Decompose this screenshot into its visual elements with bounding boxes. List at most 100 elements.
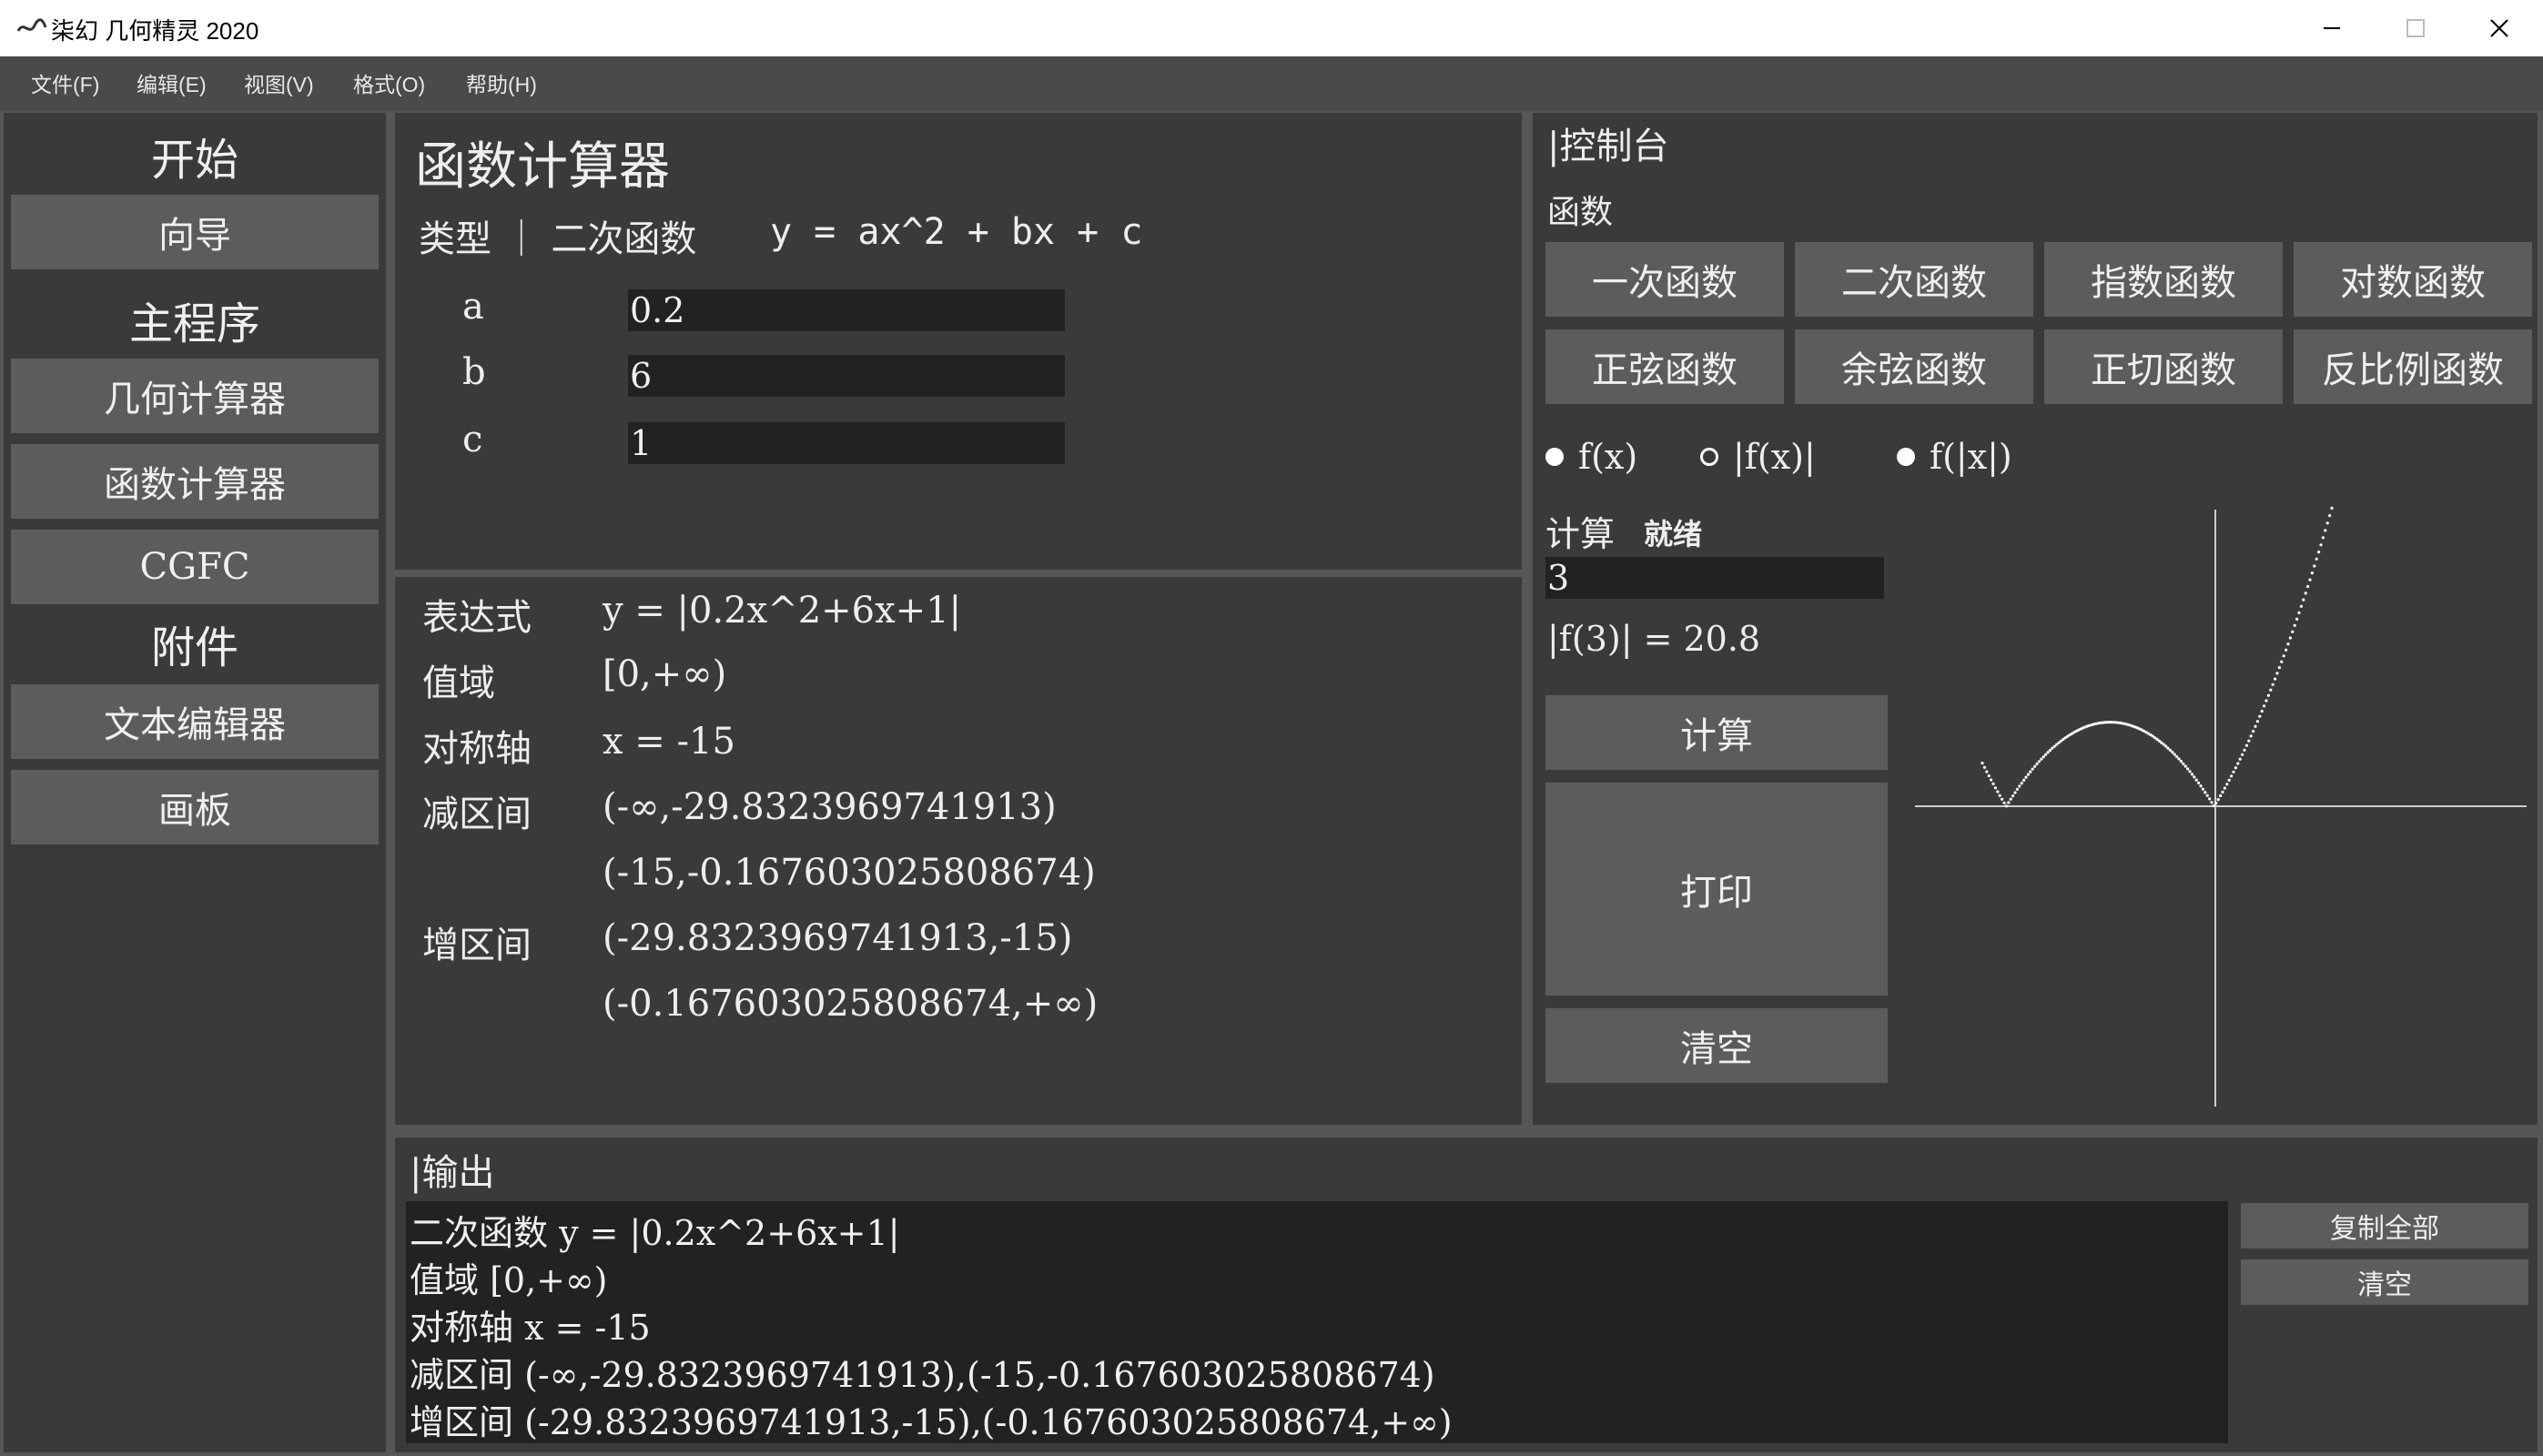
x-value-input[interactable]: 3 bbox=[1545, 557, 1884, 599]
output-line: 增区间 (-29.8323969741913,-15),(-0.16760302… bbox=[410, 1402, 1453, 1442]
menu-view[interactable]: 视图(V) bbox=[244, 67, 314, 98]
tangent-function-button[interactable]: 正切函数 bbox=[2044, 329, 2283, 404]
output-text-area[interactable]: 二次函数 y = |0.2x^2+6x+1| 值域 [0,+∞) 对称轴 x =… bbox=[406, 1201, 2228, 1443]
curve-point bbox=[2011, 794, 2015, 798]
curve-point bbox=[2194, 778, 2198, 782]
quadratic-function-button[interactable]: 二次函数 bbox=[1795, 242, 2033, 317]
console-title: |控制台 bbox=[1547, 126, 1669, 167]
graph-curve bbox=[1981, 506, 2334, 808]
increasing-interval-1: (-29.8323969741913,-15) bbox=[603, 917, 1073, 959]
output-line: 值域 [0,+∞) bbox=[410, 1260, 608, 1300]
curve-point bbox=[2015, 787, 2019, 791]
curve-point bbox=[2317, 551, 2321, 554]
expression-label: 表达式 bbox=[422, 597, 532, 639]
curve-point bbox=[2182, 762, 2185, 765]
curve-point bbox=[2306, 584, 2310, 589]
curve-point bbox=[2324, 529, 2327, 532]
curve-point bbox=[1990, 778, 1993, 782]
curve-point bbox=[2254, 724, 2257, 728]
curve-point bbox=[2004, 804, 2008, 808]
output-clear-button[interactable]: 清空 bbox=[2241, 1259, 2528, 1305]
sidebar-item-wizard[interactable]: 向导 bbox=[11, 195, 379, 269]
functions-label: 函数 bbox=[1547, 194, 1614, 231]
exponential-function-button[interactable]: 指数函数 bbox=[2044, 242, 2283, 317]
param-c-input[interactable]: 1 bbox=[628, 422, 1065, 464]
mode-fx-label: f(x) bbox=[1578, 437, 1638, 477]
curve-point bbox=[2249, 734, 2253, 738]
curve-point bbox=[2219, 794, 2223, 798]
curve-point bbox=[2022, 778, 2026, 782]
linear-function-button[interactable]: 一次函数 bbox=[1545, 242, 1784, 317]
curve-point bbox=[2007, 801, 2011, 804]
curve-point bbox=[2252, 730, 2255, 733]
menu-format[interactable]: 格式(O) bbox=[353, 67, 425, 98]
curve-point bbox=[2308, 578, 2312, 581]
curve-point bbox=[2241, 753, 2244, 756]
console-clear-button[interactable]: 清空 bbox=[1545, 1008, 1888, 1083]
output-line: 对称轴 x = -15 bbox=[410, 1308, 651, 1348]
curve-point bbox=[2051, 746, 2054, 750]
curve-point bbox=[2166, 746, 2170, 750]
copy-all-button[interactable]: 复制全部 bbox=[2241, 1203, 2528, 1249]
result-panel: 表达式 y = |0.2x^2+6x+1| 值域 [0,+∞) 对称轴 x = … bbox=[395, 577, 1522, 1125]
curve-point bbox=[2325, 521, 2329, 525]
inverse-proportion-function-button[interactable]: 反比例函数 bbox=[2294, 329, 2532, 404]
logarithm-function-button[interactable]: 对数函数 bbox=[2294, 242, 2532, 317]
curve-point bbox=[2177, 757, 2181, 761]
mode-abs-fx-radio[interactable]: |f(x)| bbox=[1700, 437, 1816, 477]
mode-fx-radio[interactable]: f(x) bbox=[1545, 437, 1637, 477]
curve-point bbox=[2033, 764, 2037, 768]
curve-point bbox=[2236, 762, 2240, 765]
curve-point bbox=[2164, 744, 2168, 748]
curve-point bbox=[2175, 754, 2179, 759]
output-line: 二次函数 y = |0.2x^2+6x+1| bbox=[410, 1213, 900, 1253]
curve-point bbox=[2188, 770, 2192, 774]
mode-abs-fx-label: |f(x)| bbox=[1733, 437, 1816, 477]
curve-point bbox=[2037, 760, 2041, 763]
menu-edit[interactable]: 编辑(E) bbox=[137, 67, 207, 98]
sine-function-button[interactable]: 正弦函数 bbox=[1545, 329, 1784, 404]
print-button[interactable]: 打印 bbox=[1545, 783, 1888, 996]
curve-point bbox=[2210, 801, 2214, 804]
output-title: |输出 bbox=[410, 1152, 495, 1194]
curve-point bbox=[2266, 693, 2270, 697]
param-a-input[interactable]: 0.2 bbox=[628, 289, 1065, 331]
curve-point bbox=[2193, 775, 2196, 779]
curve-point bbox=[1981, 762, 1984, 765]
page-title: 函数计算器 bbox=[415, 137, 670, 197]
sidebar-item-cgfc[interactable]: CGFC bbox=[11, 530, 379, 604]
maximize-icon bbox=[2406, 19, 2425, 37]
close-button[interactable] bbox=[2457, 0, 2541, 56]
curve-point bbox=[2216, 798, 2220, 802]
curve-point bbox=[2247, 739, 2251, 743]
curve-point bbox=[2020, 782, 2023, 785]
curve-point bbox=[2282, 654, 2285, 658]
curve-point bbox=[2234, 766, 2237, 770]
sidebar-item-function[interactable]: 函数计算器 bbox=[11, 444, 379, 519]
sidebar-item-canvas[interactable]: 画板 bbox=[11, 770, 379, 844]
curve-point bbox=[2295, 617, 2299, 621]
sidebar-item-text-editor[interactable]: 文本编辑器 bbox=[11, 684, 379, 759]
compute-button[interactable]: 计算 bbox=[1545, 695, 1888, 770]
curve-point bbox=[1982, 765, 1986, 769]
menu-file[interactable]: 文件(F) bbox=[31, 67, 99, 98]
curve-point bbox=[2286, 642, 2290, 646]
curve-point bbox=[2208, 797, 2212, 801]
param-a-label: a bbox=[462, 286, 484, 328]
sidebar-item-geometry[interactable]: 几何计算器 bbox=[11, 359, 379, 433]
cosine-function-button[interactable]: 余弦函数 bbox=[1795, 329, 2033, 404]
mode-f-abs-x-radio[interactable]: f(|x|) bbox=[1897, 437, 2012, 477]
param-b-input[interactable]: 6 bbox=[628, 355, 1065, 397]
curve-point bbox=[2044, 753, 2048, 756]
curve-point bbox=[1996, 790, 2000, 794]
curve-point bbox=[2255, 720, 2259, 723]
menu-help[interactable]: 帮助(H) bbox=[466, 67, 537, 98]
maximize-button[interactable] bbox=[2374, 0, 2457, 56]
curve-point bbox=[2013, 791, 2017, 794]
decreasing-label: 减区间 bbox=[422, 794, 532, 835]
curve-point bbox=[2285, 648, 2288, 652]
curve-point bbox=[2321, 536, 2325, 540]
curve-point bbox=[2280, 660, 2284, 663]
minimize-button[interactable] bbox=[2290, 0, 2374, 56]
radio-dot-icon bbox=[1700, 448, 1718, 466]
